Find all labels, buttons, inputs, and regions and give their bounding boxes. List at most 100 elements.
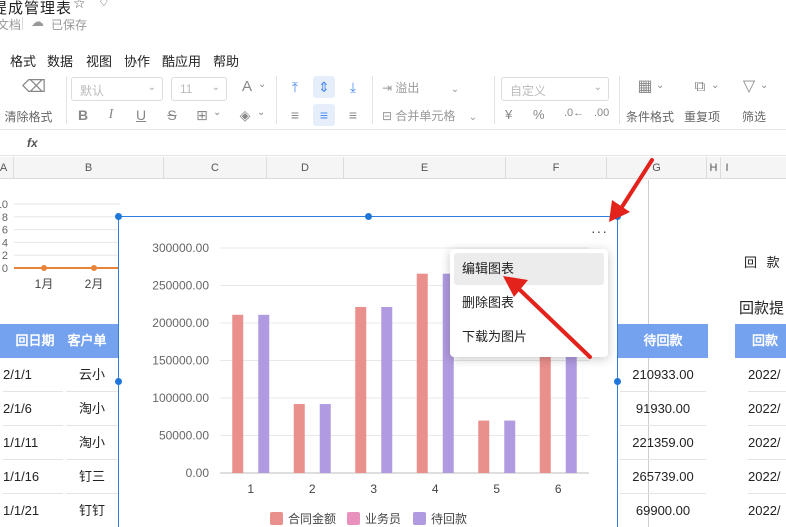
repayment-date-cell[interactable]: 2022/ — [748, 426, 786, 460]
align-middle-icon[interactable]: ⇕ — [313, 76, 335, 98]
align-right-icon[interactable]: ≡ — [342, 104, 364, 126]
chevron-down-icon[interactable]: ⌄ — [760, 80, 768, 91]
date-cell[interactable]: 2/1/6 — [3, 392, 63, 426]
pending-amount-cell[interactable]: 221359.00 — [620, 426, 706, 460]
repayment-date-cell[interactable]: 2022/ — [748, 494, 786, 527]
column-header-c[interactable]: C — [164, 157, 267, 179]
clear-format-label[interactable]: | 清除格式 — [0, 108, 52, 125]
edit-chart-menu-item[interactable]: 编辑图表 — [454, 253, 604, 285]
chevron-down-icon[interactable]: ⌄ — [257, 107, 265, 118]
bar-pending-repayment[interactable] — [504, 420, 516, 473]
column-header-e[interactable]: E — [344, 157, 506, 179]
repayment-date-cell[interactable]: 2022/ — [748, 460, 786, 494]
duplicates-label[interactable]: 重复项 — [684, 108, 720, 125]
bar-pending-repayment[interactable] — [381, 306, 393, 473]
pending-amount-cell[interactable]: 210933.00 — [620, 358, 706, 392]
formula-bar[interactable]: fx — [0, 131, 786, 156]
bar-contract-amount[interactable] — [293, 404, 305, 473]
date-cell[interactable]: 1/1/16 — [3, 460, 63, 494]
percent-format-button[interactable]: % — [533, 107, 545, 122]
customer-cell[interactable]: 淘小 — [66, 392, 118, 426]
underline-icon[interactable]: U — [130, 104, 152, 126]
chevron-down-icon[interactable]: ⌄ — [258, 79, 266, 90]
bar-contract-amount[interactable] — [478, 420, 490, 473]
pending-amount-cell[interactable]: 265739.00 — [620, 460, 706, 494]
bar-pending-repayment[interactable] — [319, 404, 331, 473]
align-bottom-icon[interactable]: ⤓ — [342, 76, 364, 98]
date-cell[interactable]: 1/1/11 — [3, 426, 63, 460]
number-format-select[interactable]: 自定义 ⌄ — [501, 77, 609, 101]
font-color-icon[interactable]: A — [236, 76, 258, 98]
font-family-select[interactable]: 默认 ⌄ — [71, 77, 163, 101]
menu-collaborate[interactable]: 协作 — [124, 51, 150, 70]
header-customer[interactable]: 客户单 — [56, 324, 118, 358]
legend-swatch[interactable] — [413, 512, 426, 525]
header-pending[interactable]: 待回款 — [618, 324, 708, 358]
menu-view[interactable]: 视图 — [86, 51, 112, 70]
bold-icon[interactable]: B — [72, 104, 94, 126]
legend-swatch[interactable] — [270, 512, 283, 525]
menu-format[interactable]: 格式 — [10, 51, 36, 70]
fill-color-icon[interactable]: ◈ — [234, 104, 256, 126]
conditional-format-icon[interactable]: ▦ — [634, 76, 656, 98]
bar-contract-amount[interactable] — [416, 273, 428, 473]
duplicates-icon[interactable]: ⧉ — [689, 76, 711, 98]
delete-chart-menu-item[interactable]: 删除图表 — [454, 287, 604, 319]
chevron-down-icon[interactable]: ⌄ — [213, 107, 221, 118]
customer-cell[interactable]: 钉三 — [66, 460, 118, 494]
text-overflow-dropdown[interactable]: ⇥ 溢出 ⌄ — [382, 79, 459, 96]
resize-handle-right[interactable] — [614, 378, 621, 385]
bell-icon[interactable]: ♢ — [98, 0, 110, 10]
bar-pending-repayment[interactable] — [565, 353, 577, 473]
filter-icon[interactable]: ▽ — [738, 76, 760, 98]
resize-handle-top-left[interactable] — [115, 213, 122, 220]
bar-contract-amount[interactable] — [539, 353, 551, 473]
chevron-down-icon[interactable]: ⌄ — [656, 80, 664, 91]
customer-cell[interactable]: 钉钉 — [66, 494, 118, 527]
decrease-decimal-icon[interactable]: .0← — [564, 107, 584, 119]
repayment-date-cell[interactable]: 2022/ — [748, 358, 786, 392]
background-line-chart[interactable]: 1086420 1月 2月 — [0, 200, 120, 290]
date-cell[interactable]: 2/1/1 — [3, 358, 63, 392]
pending-amount-cell[interactable]: 91930.00 — [620, 392, 706, 426]
bar-pending-repayment[interactable] — [258, 314, 270, 473]
legend-label[interactable]: 待回款 — [431, 512, 467, 526]
download-image-menu-item[interactable]: 下载为图片 — [454, 321, 604, 353]
menu-apps[interactable]: 酷应用 — [162, 51, 201, 70]
date-cell[interactable]: 1/1/21 — [3, 494, 63, 527]
more-options-icon[interactable]: ··· — [591, 223, 608, 239]
column-header-d[interactable]: D — [267, 157, 344, 179]
align-top-icon[interactable]: ⤒ — [284, 76, 306, 98]
column-header-h[interactable]: H — [707, 157, 721, 179]
header-repayment[interactable]: 回款 — [735, 324, 786, 358]
eraser-icon[interactable]: ⌫ — [22, 76, 46, 98]
column-header-f[interactable]: F — [506, 157, 607, 179]
menu-data[interactable]: 数据 — [47, 51, 73, 70]
filter-label[interactable]: 筛选 — [742, 108, 766, 125]
align-center-icon[interactable]: ≡ — [313, 104, 335, 126]
resize-handle-top-right[interactable] — [614, 213, 621, 220]
menu-help[interactable]: 帮助 — [213, 51, 239, 70]
column-header-b[interactable]: B — [14, 157, 164, 179]
resize-handle-left[interactable] — [115, 378, 122, 385]
border-icon[interactable]: ⊞ — [191, 104, 213, 126]
italic-icon[interactable]: I — [100, 104, 122, 126]
increase-decimal-icon[interactable]: .00 — [594, 107, 609, 119]
legend-label[interactable]: 业务员 — [365, 511, 401, 526]
pending-amount-cell[interactable]: 69900.00 — [620, 494, 706, 527]
column-header-g[interactable]: G — [607, 157, 707, 179]
column-header-i[interactable]: I — [721, 157, 733, 179]
star-icon[interactable]: ☆ — [73, 0, 86, 12]
bar-contract-amount[interactable] — [355, 306, 367, 473]
bar-contract-amount[interactable] — [232, 314, 244, 473]
legend-label[interactable]: 合同金额 — [288, 511, 336, 526]
customer-cell[interactable]: 淘小 — [66, 426, 118, 460]
resize-handle-top[interactable] — [365, 213, 372, 220]
customer-cell[interactable]: 云小 — [66, 358, 118, 392]
repayment-date-cell[interactable]: 2022/ — [748, 392, 786, 426]
legend-swatch[interactable] — [347, 512, 360, 525]
merge-cells-button[interactable]: ⊟ 合并单元格 ⌄ — [382, 107, 477, 124]
column-header-a[interactable]: A — [0, 157, 14, 179]
font-size-select[interactable]: 11 ⌄ — [171, 77, 227, 101]
strikethrough-icon[interactable]: S — [161, 104, 183, 126]
